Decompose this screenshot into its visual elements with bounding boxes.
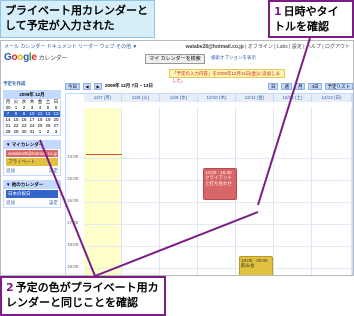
mini-calendar-title: 2009年 12月 [4,91,60,99]
prev-week-button[interactable]: ◀ [83,82,91,90]
day-column-today[interactable] [84,108,122,275]
mini-day[interactable]: 30 [20,129,28,135]
logo-letter: e [31,52,37,63]
account-bar: watabe28@hotmail.co.jp | オフライン | Labs | … [186,43,350,50]
mini-day[interactable]: 28 [4,129,12,135]
tab-day[interactable]: 日 [267,82,279,90]
create-event-link[interactable]: 予定を作成 [3,81,63,87]
calendar-item-work[interactable]: watabe28@hotmail.co.jp [6,150,58,157]
event-private-title: 飲み会 [241,263,255,268]
added-event-notice: 「予定の入力内容」を2009年12月11日(金)に追加しました。 [169,69,285,83]
hour-gridline [84,158,352,159]
hour-label: 15:00 [67,176,79,181]
my-calendars-title[interactable]: ▼ マイカレンダー [4,141,60,149]
tab-agenda[interactable]: 予定リスト [324,82,353,90]
other-calendars-panel: ▼ 他のカレンダー 日本の祝日 追加 設定 [3,180,61,208]
day-header[interactable]: 12/9 (水) [160,94,198,102]
day-header[interactable]: 12/8 (火) [122,94,160,102]
mini-day[interactable]: 3 [52,129,60,135]
tab-month[interactable]: 月 [294,82,306,90]
step-2-number: 2 [6,281,14,294]
mini-day[interactable]: 31 [28,129,36,135]
hour-gridline [84,224,352,225]
callout-step-1: 1 日時やタイトルを確認 [268,0,354,38]
top-nav-links[interactable]: メール カレンダー ドキュメント リーダー ウェブ その他 ▼ [4,43,137,50]
caption-entered: プライベート用カレンダーとして予定が入力された [0,0,155,38]
sidebar: 予定を作成 2009年 12月 月火水木金土日 30 1 2 3 4 5 6 7 8 9 10 11… [3,81,63,275]
mini-day[interactable]: 1 [36,129,44,135]
account-links[interactable]: | オフライン | Labs | 設定 | ヘルプ | ログアウト [245,44,350,50]
google-calendar-logo[interactable]: Google カレンダー [4,52,67,63]
other-calendars-title[interactable]: ▼ 他のカレンダー [4,181,60,189]
day-column[interactable] [236,108,274,275]
caption-entered-text: プライベート用カレンダーとして予定が入力された [5,4,148,32]
day-header[interactable]: 12/13 (日) [312,94,352,102]
event-private[interactable]: 19:00 - 20:00 飲み会 [239,256,273,275]
current-time-line [86,154,122,155]
day-column[interactable] [274,108,312,275]
tab-week[interactable]: 週 [281,82,292,90]
callout-step-2: 2 予定の色がプライベート用カレンダーと同じことを確認 [0,276,166,316]
hour-label: 16:00 [67,198,79,203]
tab-4days[interactable]: 4日 [308,82,322,90]
day-column[interactable] [312,108,352,275]
step-1-number: 1 [274,5,282,18]
google-calendar-screenshot: メール カレンダー ドキュメント リーダー ウェブ その他 ▼ watabe28… [0,40,354,276]
today-button[interactable]: 今日 [65,82,80,90]
account-email: watabe28@hotmail.co.jp [185,44,244,50]
other-calendar-settings-link[interactable]: 設定 [49,200,58,206]
calendar-settings-link[interactable]: 設定 [49,168,58,174]
my-calendars-panel: ▼ マイカレンダー watabe28@hotmail.co.jp プライベート … [3,140,61,176]
day-header[interactable]: 12/7 (月) [84,94,122,102]
week-grid: 12/7 (月) 12/8 (火) 12/9 (水) 12/10 (木) 12/… [65,93,353,275]
hour-gridline [84,246,352,247]
date-range: 2009年 12月 7日 – 13日 [105,83,154,88]
hour-label: 18:00 [67,242,79,247]
day-header[interactable]: 12/12 (土) [274,94,312,102]
day-header[interactable]: 12/11 (金) [236,94,274,102]
hour-label: 19:00 [67,264,79,269]
logo-suffix: カレンダー [38,56,68,62]
day-column[interactable] [122,108,160,275]
day-column[interactable] [160,108,198,275]
other-calendars-links: 追加 設定 [4,199,60,207]
calendar-main: 今日 ◀ ▶ 2009年 12月 7日 – 13日 日 週 月 4日 予定リスト… [65,81,353,275]
day-header[interactable]: 12/10 (木) [198,94,236,102]
hour-label: 17:00 [67,220,79,225]
search-options-link[interactable]: 検索オプションを表示 [211,55,256,61]
step-2-text: 予定の色がプライベート用カレンダーと同じことを確認 [6,281,159,309]
mini-calendar: 2009年 12月 月火水木金土日 30 1 2 3 4 5 6 7 8 9 10 11 12 13 1… [3,90,61,136]
add-other-calendar-link[interactable]: 追加 [6,200,15,206]
calendar-toolbar: 今日 ◀ ▶ 2009年 12月 7日 – 13日 日 週 月 4日 予定リスト [65,81,353,91]
my-calendars-links: 追加 設定 [4,167,60,175]
hour-gridline [84,268,352,269]
top-nav-bar: メール カレンダー ドキュメント リーダー ウェブ その他 ▼ watabe28… [1,41,353,50]
mini-day[interactable]: 29 [12,129,20,135]
hour-gridline [84,202,352,203]
event-work-title: クライアントと打ち合わせ [205,175,232,186]
hour-label: 14:00 [67,154,79,159]
mini-calendar-week: 28 29 30 31 1 2 3 [4,129,60,135]
next-week-button[interactable]: ▶ [94,82,102,90]
calendar-item-private[interactable]: プライベート [6,158,58,166]
event-work[interactable]: 14:00 - 15:30 クライアントと打ち合わせ [203,168,237,200]
mini-day[interactable]: 2 [44,129,52,135]
calendar-item-holidays[interactable]: 日本の祝日 [6,190,58,198]
search-calendars-button[interactable]: マイ カレンダーを検索 [145,54,205,64]
add-calendar-link[interactable]: 追加 [6,168,15,174]
step-1-text: 日時やタイトルを確認 [274,5,339,33]
